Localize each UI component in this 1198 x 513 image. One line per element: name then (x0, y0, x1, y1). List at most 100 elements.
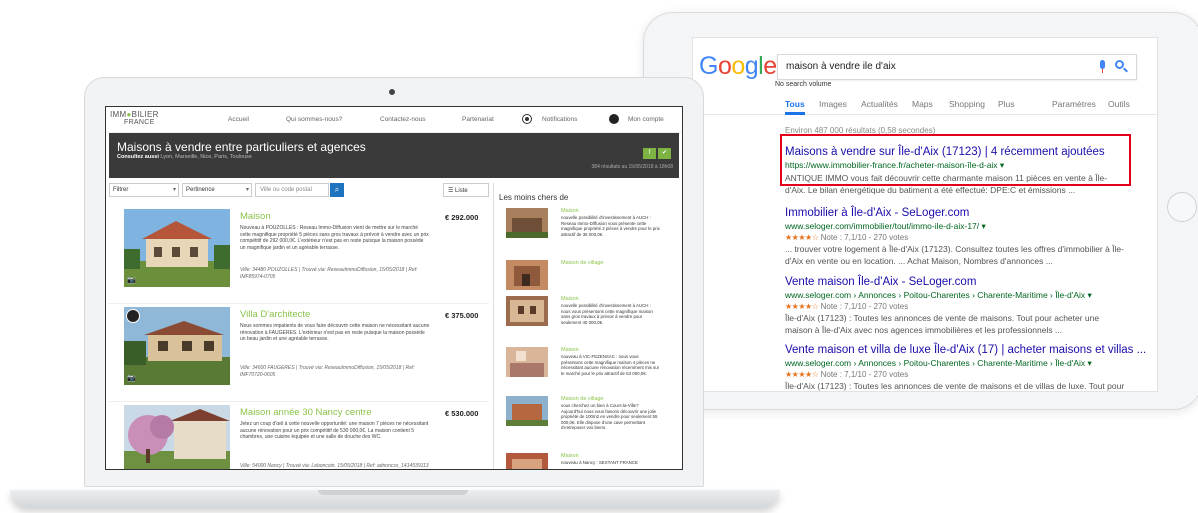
nav-contactez-nous[interactable]: Contactez-nous (380, 116, 426, 123)
result-title-link[interactable]: Vente maison Île-d'Aix - SeLoger.com (785, 276, 1125, 288)
listing-title[interactable]: Maison (240, 211, 271, 222)
listing-price: € 530.000 (445, 409, 479, 418)
sidebar-listing[interactable]: Maison nouveau à VIC-FEZENSAC : nous vou… (506, 347, 676, 387)
agency-logo-icon (126, 309, 140, 323)
tab-maps[interactable]: Maps (912, 99, 933, 109)
nav-qui-sommes-nous[interactable]: Qui sommes-nous? (286, 116, 342, 123)
hero-sub-label: Consultez aussi (117, 154, 159, 160)
google-logo-letter: g (744, 52, 759, 80)
sidebar-title: Les moins chers de (499, 193, 569, 202)
facebook-share-button[interactable]: f (643, 148, 656, 159)
result-url[interactable]: www.seloger.com › Annonces › Poitou-Char… (785, 358, 1125, 369)
nav-accueil[interactable]: Accueil (228, 116, 249, 123)
user-icon[interactable] (609, 114, 619, 124)
listing-card[interactable]: 📷 Maison € 292.000 Nouveau à POUZOLLES :… (109, 209, 489, 304)
tab-outils[interactable]: Outils (1108, 99, 1130, 109)
sidebar-listing-title[interactable]: Maison (561, 453, 579, 459)
listing-price: € 292.000 (445, 213, 479, 222)
house-thumbnail (506, 208, 548, 238)
hero-sub-links[interactable]: Lyon, Marseille, Nice, Paris, Toulouse (160, 154, 251, 160)
laptop-notch (318, 490, 468, 495)
sidebar-listing[interactable]: Maison nouveau à Nancy : SEXTANT FRANCE (506, 453, 676, 469)
result-url[interactable]: www.seloger.com/immobilier/tout/immo-ile… (785, 221, 1125, 232)
sidebar-listing[interactable]: Maison nouvelle possibilité d'investisse… (506, 208, 676, 248)
sidebar-photo[interactable] (506, 453, 548, 469)
sidebar-listing-desc: nouvelle possibilité d'investissement à … (561, 215, 660, 237)
tab-plus[interactable]: Plus (998, 99, 1015, 109)
rating-text: Note : 7,1/10 - 270 votes (820, 233, 909, 242)
result-title-link[interactable]: Immobilier à Île-d'Aix - SeLoger.com (785, 207, 1125, 219)
house-photo (124, 209, 230, 287)
listing-card[interactable]: 📷 Villa D'architecte € 375.000 Nous somm… (109, 307, 489, 402)
tab-tous[interactable]: Tous (785, 99, 805, 109)
search-query[interactable]: maison à vendre ile d'aix (786, 61, 896, 72)
sidebar-listing-desc: vous cherchez un bien à Cours-la-Ville? … (561, 403, 658, 431)
result-snippet: ... trouver votre logement à Île-d'Aix (… (785, 244, 1124, 266)
listing-title[interactable]: Villa D'architecte (240, 309, 310, 320)
sidebar-listing-title[interactable]: Maison de village (561, 260, 604, 266)
nav-partenariat[interactable]: Partenariat (462, 116, 494, 123)
search-result: Vente maison et villa de luxe Île-d'Aix … (785, 344, 1146, 391)
search-icon[interactable] (1115, 60, 1129, 74)
tab-parametres[interactable]: Paramètres (1052, 99, 1096, 109)
search-result: Vente maison Île-d'Aix - SeLoger.com www… (785, 276, 1125, 336)
sidebar-photo[interactable] (506, 296, 548, 326)
tab-actualites[interactable]: Actualités (861, 99, 898, 109)
sidebar-listing-title[interactable]: Maison de village (561, 396, 604, 402)
rating-text: Note : 7,1/10 - 270 votes (820, 370, 909, 379)
sidebar-photo[interactable] (506, 347, 548, 377)
search-button[interactable]: ⌕ (330, 183, 344, 197)
result-url[interactable]: www.seloger.com › Annonces › Poitou-Char… (785, 290, 1125, 301)
result-snippet: Île-d'Aix (17123) : Toutes les annonces … (785, 381, 1125, 391)
google-search-box[interactable]: maison à vendre ile d'aix (777, 54, 1137, 80)
house-thumbnail (506, 260, 548, 290)
logo-text-start: IMM (110, 110, 127, 119)
website-screen: IMM●BILIER FRANCE Accueil Qui sommes-nou… (105, 106, 683, 470)
listing-photo[interactable]: 📷 (124, 307, 230, 385)
listing-photo[interactable]: 📷 (124, 209, 230, 287)
google-logo[interactable]: Google (699, 52, 777, 81)
tablet-home-button (1167, 192, 1197, 222)
sort-label: Pertinence (186, 187, 215, 193)
sidebar-photo[interactable] (506, 208, 548, 238)
hero-banner: Maisons à vendre entre particuliers et a… (109, 133, 679, 178)
microphone-icon[interactable] (1098, 60, 1106, 73)
check-button[interactable]: ✔ (658, 148, 671, 159)
scene: Google maison à vendre ile d'aix No sear… (0, 0, 1198, 513)
house-thumbnail (506, 453, 548, 469)
sidebar-listing[interactable]: Maison nouvelle possibilité d'investisse… (506, 296, 676, 336)
rating-stars-icon: ★★★★☆ (785, 233, 819, 242)
listing-description: Nous sommes impatients de vous faire déc… (240, 323, 430, 343)
nav-mon-compte[interactable]: Mon compte (628, 116, 664, 123)
tab-shopping[interactable]: Shopping (949, 99, 985, 109)
tab-images[interactable]: Images (819, 99, 847, 109)
site-logo[interactable]: IMM●BILIER FRANCE (110, 111, 159, 127)
sidebar-listing-desc: nouveau à Nancy : SEXTANT FRANCE (561, 460, 638, 465)
sort-dropdown[interactable]: Pertinence ▾ (182, 183, 252, 197)
listing-title[interactable]: Maison année 30 Nancy centre (240, 407, 372, 418)
listing-card[interactable]: Maison année 30 Nancy centre € 530.000 J… (109, 405, 489, 469)
filter-label: Filtrer (113, 187, 129, 193)
listing-photo[interactable] (124, 405, 230, 469)
nav-notifications[interactable]: Notifications (542, 116, 577, 123)
bell-icon[interactable] (522, 114, 532, 124)
result-title-link[interactable]: Vente maison et villa de luxe Île-d'Aix … (785, 344, 1146, 356)
sidebar-listing[interactable]: Maison de village (506, 260, 676, 300)
list-view-toggle[interactable]: ☰ Liste (443, 183, 489, 197)
result-rating: ★★★★☆ Note : 7,1/10 - 270 votes (785, 302, 1125, 311)
garden-house-photo (124, 405, 230, 469)
google-header: Google maison à vendre ile d'aix (693, 44, 1157, 84)
sidebar-photo[interactable] (506, 396, 548, 426)
sidebar-listing[interactable]: Maison de village vous cherchez un bien … (506, 396, 676, 436)
sidebar-photo[interactable] (506, 260, 548, 290)
chevron-down-icon: ▾ (172, 187, 176, 193)
camera-icon: 📷 (127, 375, 136, 382)
location-search-input[interactable]: Ville ou code postal (255, 183, 329, 197)
listing-meta: Ville: 34600 FAUGERES | Trouvé via: Rese… (240, 365, 415, 378)
room-thumbnail (506, 347, 548, 377)
google-logo-letter: o (717, 52, 732, 80)
sidebar-listing-title[interactable]: Maison (561, 347, 579, 353)
sidebar-listing-title[interactable]: Maison (561, 296, 579, 302)
sidebar-listing-title[interactable]: Maison (561, 208, 579, 214)
filter-dropdown[interactable]: Filtrer ▾ (109, 183, 179, 197)
